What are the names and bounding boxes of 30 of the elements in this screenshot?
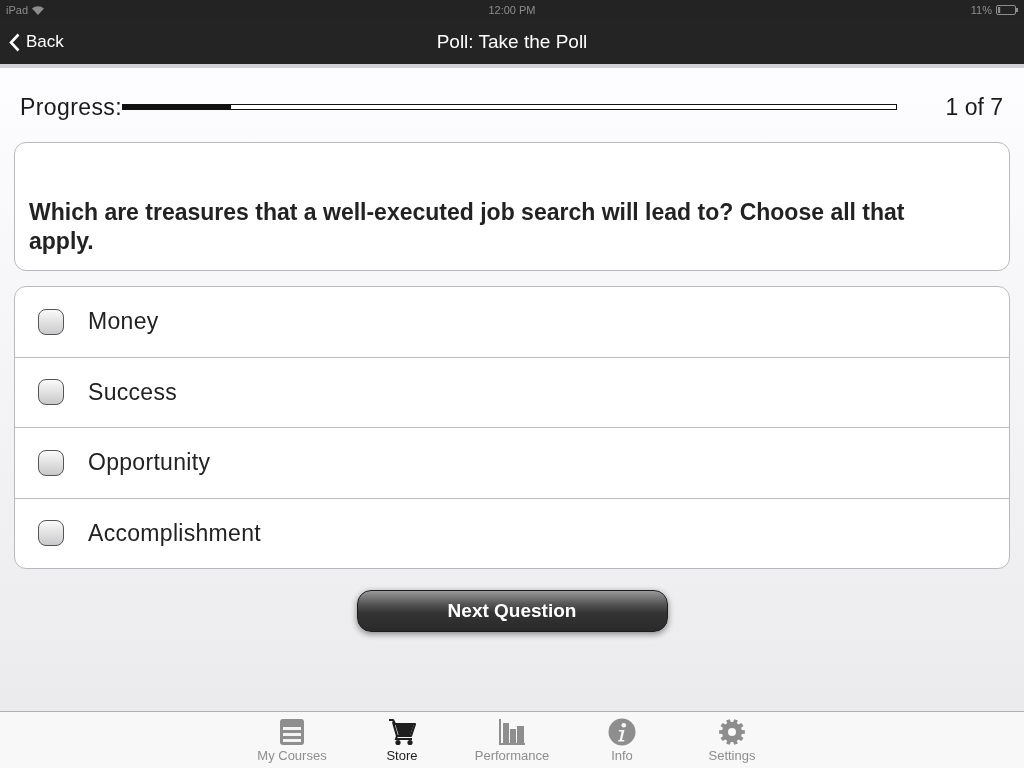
bar-chart-icon [498,718,526,746]
list-icon [278,718,306,746]
tab-item[interactable]: Info [567,712,677,768]
info-icon [608,718,636,746]
checkbox[interactable] [38,379,64,406]
gear-icon [718,718,746,746]
carrier-label: iPad [6,4,29,16]
cart-icon [388,718,416,746]
tab-item[interactable]: Performance [457,712,567,768]
option-label: Accomplishment [88,519,261,547]
battery-percent: 11% [970,4,992,16]
option-label: Opportunity [88,449,211,477]
progress-label: Progress: [20,93,123,121]
tab-item[interactable]: Settings [677,712,787,768]
chevron-left-icon [9,32,20,52]
next-question-button[interactable]: Next Question [356,590,668,632]
wifi-icon [32,5,45,15]
tab-item[interactable]: Store [347,712,457,768]
option-label: Money [88,308,159,336]
checkbox[interactable] [38,520,64,547]
checkbox[interactable] [38,308,64,335]
question-text: Which are treasures that a well-executed job search will lead to? Choose all that apply. [29,198,906,256]
back-button[interactable]: Back [0,24,72,60]
battery-icon [996,5,1018,15]
status-time: 12:00 PM [488,4,536,16]
option-label: Success [88,378,178,406]
screen-title: Poll: Take the Poll [436,31,588,53]
checkbox[interactable] [38,449,64,476]
progress-count: 1 of 7 [945,93,1003,121]
tab-item[interactable]: My Courses [237,712,347,768]
